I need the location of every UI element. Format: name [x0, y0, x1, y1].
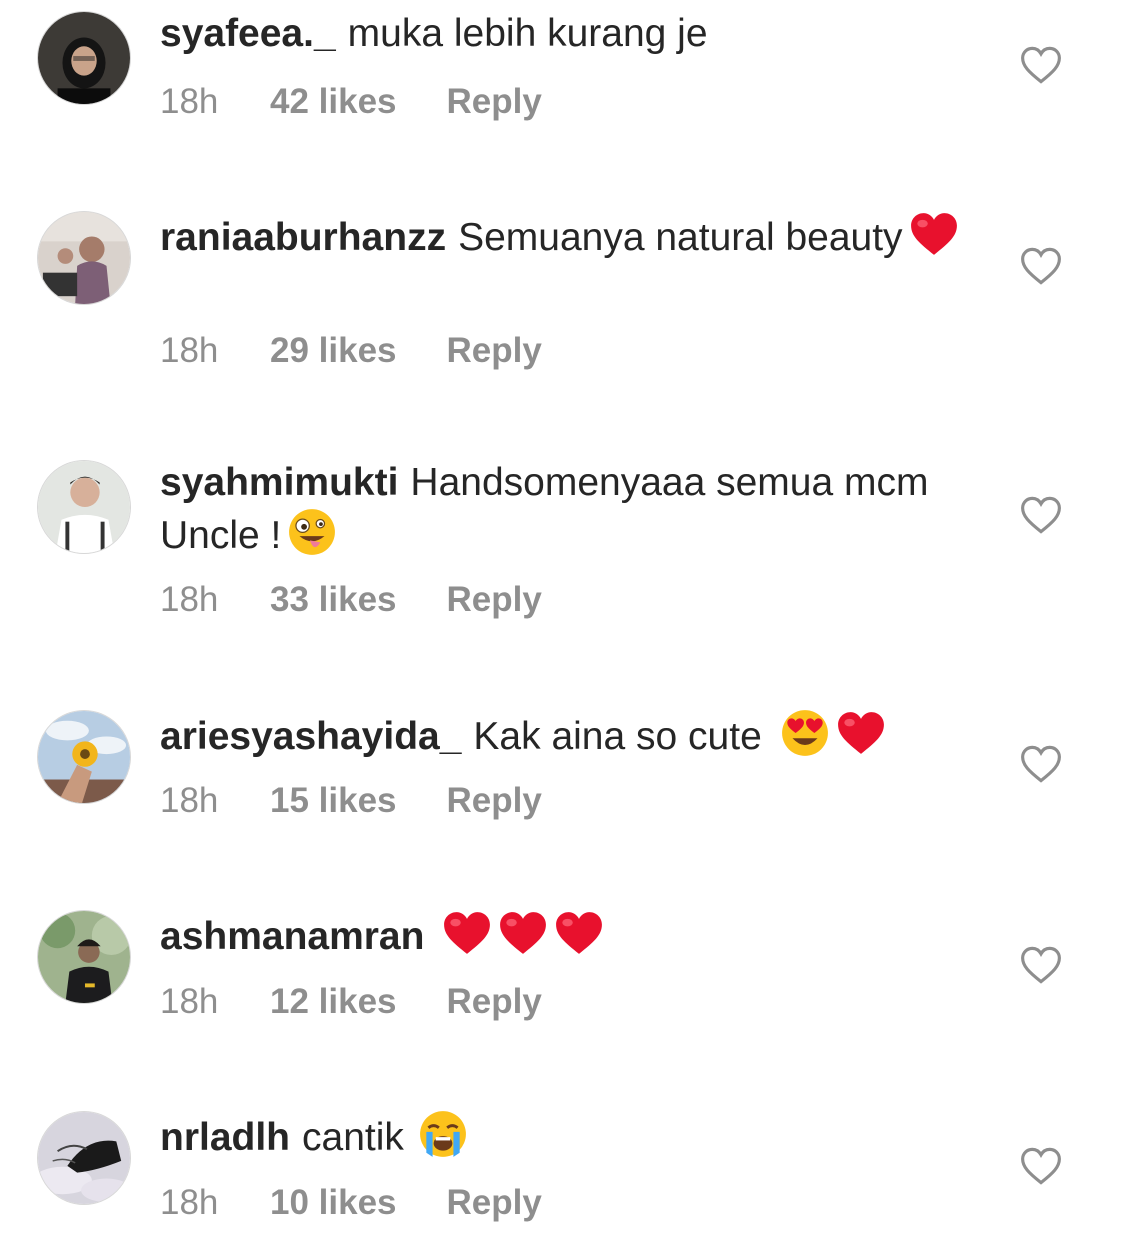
- reply-button[interactable]: Reply: [447, 82, 542, 122]
- red-heart-emoji: [836, 708, 886, 758]
- comment-text: syafeea._ muka lebih kurang je: [160, 10, 960, 58]
- heart-eyes-emoji: [780, 708, 830, 758]
- like-heart-icon[interactable]: [1020, 246, 1062, 286]
- comment-time[interactable]: 18h: [160, 331, 270, 371]
- comment-likes[interactable]: 12 likes: [270, 982, 397, 1022]
- avatar[interactable]: [37, 460, 131, 554]
- comment-username[interactable]: syafeea._: [160, 12, 336, 55]
- comment-username[interactable]: nrladlh: [160, 1116, 290, 1159]
- red-heart-emoji: [554, 908, 604, 958]
- comment-time[interactable]: 18h: [160, 1183, 270, 1223]
- comment-text: ashmanamran: [160, 908, 960, 961]
- comment-text: syahmimukti Handsomenyaaa semua mcm Uncle…: [160, 459, 960, 560]
- avatar[interactable]: [37, 11, 131, 105]
- comment-meta: 18h 29 likes Reply: [160, 331, 542, 371]
- comment-time[interactable]: 18h: [160, 580, 270, 620]
- like-heart-icon[interactable]: [1020, 744, 1062, 784]
- comment-text: ariesyashayida_ Kak aina so cute: [160, 708, 960, 761]
- comment-body: Semuanya natural beauty: [458, 216, 903, 259]
- comment-username[interactable]: ashmanamran: [160, 915, 424, 958]
- comment-username[interactable]: raniaaburhanzz: [160, 216, 446, 259]
- comment-likes[interactable]: 33 likes: [270, 580, 397, 620]
- like-heart-icon[interactable]: [1020, 495, 1062, 535]
- like-heart-icon[interactable]: [1020, 45, 1062, 85]
- comment-likes[interactable]: 10 likes: [270, 1183, 397, 1223]
- avatar[interactable]: [37, 710, 131, 804]
- comment-time[interactable]: 18h: [160, 781, 270, 821]
- reply-button[interactable]: Reply: [447, 1183, 542, 1223]
- comment-text: raniaaburhanzz Semuanya natural beauty: [160, 209, 960, 262]
- avatar[interactable]: [37, 910, 131, 1004]
- reply-button[interactable]: Reply: [447, 781, 542, 821]
- comment-body: cantik: [302, 1116, 404, 1159]
- comment-likes[interactable]: 42 likes: [270, 82, 397, 122]
- reply-button[interactable]: Reply: [447, 331, 542, 371]
- zany-face-emoji: [287, 507, 337, 557]
- like-heart-icon[interactable]: [1020, 1146, 1062, 1186]
- loudly-crying-emoji: [418, 1109, 468, 1159]
- comment-username[interactable]: syahmimukti: [160, 461, 398, 504]
- comment-text: nrladlh cantik: [160, 1109, 960, 1162]
- reply-button[interactable]: Reply: [447, 580, 542, 620]
- comment-meta: 18h 15 likes Reply: [160, 781, 542, 821]
- comment-meta: 18h 33 likes Reply: [160, 580, 542, 620]
- comment-username[interactable]: ariesyashayida_: [160, 715, 461, 758]
- red-heart-emoji: [909, 209, 959, 259]
- red-heart-emoji: [498, 908, 548, 958]
- avatar[interactable]: [37, 1111, 131, 1205]
- comment-likes[interactable]: 15 likes: [270, 781, 397, 821]
- comment-body: Kak aina so cute: [473, 715, 762, 758]
- comment-time[interactable]: 18h: [160, 982, 270, 1022]
- reply-button[interactable]: Reply: [447, 982, 542, 1022]
- comment-likes[interactable]: 29 likes: [270, 331, 397, 371]
- like-heart-icon[interactable]: [1020, 945, 1062, 985]
- avatar[interactable]: [37, 211, 131, 305]
- comment-meta: 18h 10 likes Reply: [160, 1183, 542, 1223]
- comment-meta: 18h 42 likes Reply: [160, 82, 542, 122]
- red-heart-emoji: [442, 908, 492, 958]
- comment-time[interactable]: 18h: [160, 82, 270, 122]
- comment-meta: 18h 12 likes Reply: [160, 982, 542, 1022]
- comment-body: muka lebih kurang je: [347, 12, 708, 55]
